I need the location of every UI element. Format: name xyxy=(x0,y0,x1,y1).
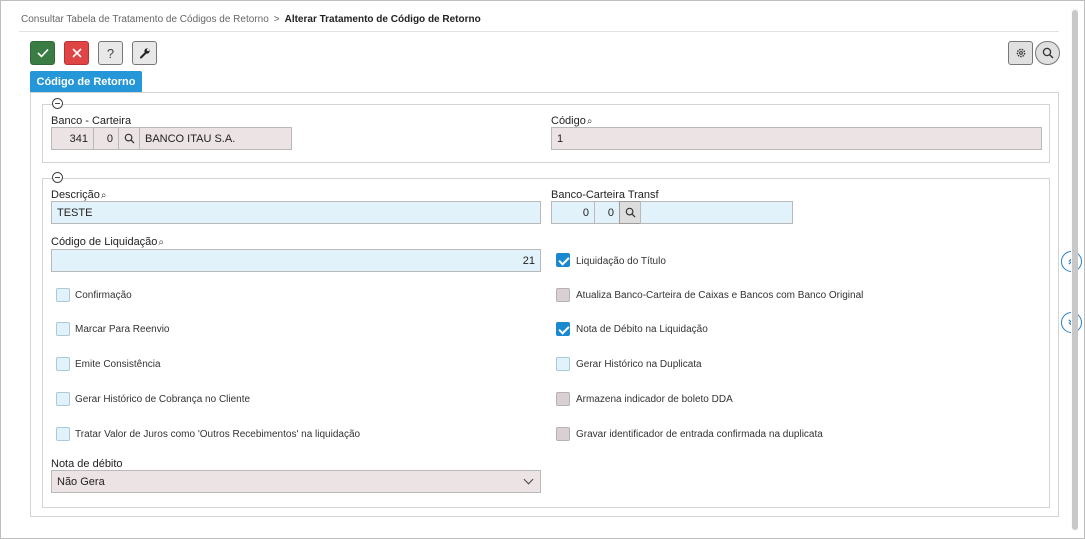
gerar-historico-cliente-label: Gerar Histórico de Cobrança no Cliente xyxy=(75,394,251,405)
liquidacao-titulo-label: Liquidação do Título xyxy=(576,256,666,267)
gravar-identificador-checkbox[interactable] xyxy=(556,427,570,441)
close-icon xyxy=(71,48,82,58)
codigo-liquidacao-label: Código de Liquidação⌕ xyxy=(51,236,165,248)
armazena-dda-checkbox[interactable] xyxy=(556,392,570,406)
tab-label: Código de Retorno xyxy=(36,75,136,88)
codigo-liquidacao-input[interactable]: 21 xyxy=(51,249,541,272)
marcar-reenvio-label: Marcar Para Reenvio xyxy=(75,324,170,335)
banco-carteira-transf-label: Banco-Carteira Transf xyxy=(551,189,659,201)
gear-icon xyxy=(1016,48,1025,58)
descricao-input[interactable]: TESTE xyxy=(51,201,541,224)
confirmacao-checkbox[interactable] xyxy=(56,288,70,302)
nota-debito-liquidacao-label: Nota de Débito na Liquidação xyxy=(576,324,708,335)
carteira-transf-input[interactable]: 0 xyxy=(594,201,620,224)
scrollbar-thumb[interactable] xyxy=(1072,10,1078,530)
gerar-historico-duplicata-label: Gerar Histórico na Duplicata xyxy=(576,359,702,370)
breadcrumb: Consultar Tabela de Tratamento de Código… xyxy=(21,14,481,25)
wrench-icon xyxy=(139,48,150,59)
search-icon xyxy=(124,133,135,144)
liquidacao-titulo-checkbox[interactable] xyxy=(556,253,570,267)
armazena-dda-label: Armazena indicador de boleto DDA xyxy=(576,394,733,405)
paperclip-icon: ⌕ xyxy=(586,116,593,127)
banco-transf-nome-input[interactable] xyxy=(640,201,793,224)
nota-debito-label: Nota de débito xyxy=(51,458,123,470)
tratar-juros-checkbox[interactable] xyxy=(56,427,70,441)
emite-consistencia-label: Emite Consistência xyxy=(75,359,161,370)
confirmacao-label: Confirmação xyxy=(75,290,132,301)
codigo-label: Código⌕ xyxy=(551,115,593,127)
search-button[interactable] xyxy=(1035,41,1060,65)
paperclip-icon: ⌕ xyxy=(100,190,107,201)
tratar-juros-label: Tratar Valor de Juros como 'Outros Receb… xyxy=(75,429,361,440)
help-label: ? xyxy=(106,45,115,61)
paperclip-icon: ⌕ xyxy=(158,237,165,248)
search-icon xyxy=(1042,47,1053,59)
banco-transf-input[interactable]: 0 xyxy=(551,201,595,224)
carteira-field: 0 xyxy=(93,127,119,150)
atualiza-banco-carteira-checkbox[interactable] xyxy=(556,288,570,302)
breadcrumb-current: Alterar Tratamento de Código de Retorno xyxy=(284,14,481,25)
banco-nome-field: BANCO ITAU S.A. xyxy=(139,127,292,150)
banco-transf-lookup-button[interactable] xyxy=(619,201,641,224)
help-button[interactable]: ? xyxy=(98,41,123,65)
settings-button[interactable] xyxy=(1008,41,1033,65)
gerar-historico-duplicata-checkbox[interactable] xyxy=(556,357,570,371)
nota-debito-liquidacao-checkbox[interactable] xyxy=(556,322,570,336)
breadcrumb-separator: > xyxy=(273,14,280,25)
search-icon xyxy=(625,207,636,218)
gerar-historico-cliente-checkbox[interactable] xyxy=(56,392,70,406)
codigo-field: 1 xyxy=(551,127,1042,150)
descricao-label: Descrição⌕ xyxy=(51,189,107,201)
check-icon xyxy=(36,48,49,58)
chevron-down-icon xyxy=(523,474,534,485)
banco-carteira-label: Banco - Carteira xyxy=(51,115,132,127)
confirm-button[interactable] xyxy=(30,41,55,65)
collapse-icon[interactable] xyxy=(52,172,63,183)
breadcrumb-parent-link[interactable]: Consultar Tabela de Tratamento de Código… xyxy=(21,14,269,25)
tools-button[interactable] xyxy=(132,41,157,65)
banco-lookup-button[interactable] xyxy=(118,127,140,150)
tab-codigo-de-retorno[interactable]: Código de Retorno xyxy=(30,71,142,92)
collapse-icon[interactable] xyxy=(52,98,63,109)
atualiza-banco-carteira-label: Atualiza Banco-Carteira de Caixas e Banc… xyxy=(576,290,864,301)
nota-debito-value: Não Gera xyxy=(57,475,105,488)
marcar-reenvio-checkbox[interactable] xyxy=(56,322,70,336)
gravar-identificador-label: Gravar identificador de entrada confirma… xyxy=(576,429,823,440)
banco-field: 341 xyxy=(51,127,94,150)
cancel-button[interactable] xyxy=(64,41,89,65)
header-divider xyxy=(19,31,1059,32)
section-tratamento xyxy=(42,178,1050,508)
emite-consistencia-checkbox[interactable] xyxy=(56,357,70,371)
nota-debito-select[interactable]: Não Gera xyxy=(51,470,541,493)
